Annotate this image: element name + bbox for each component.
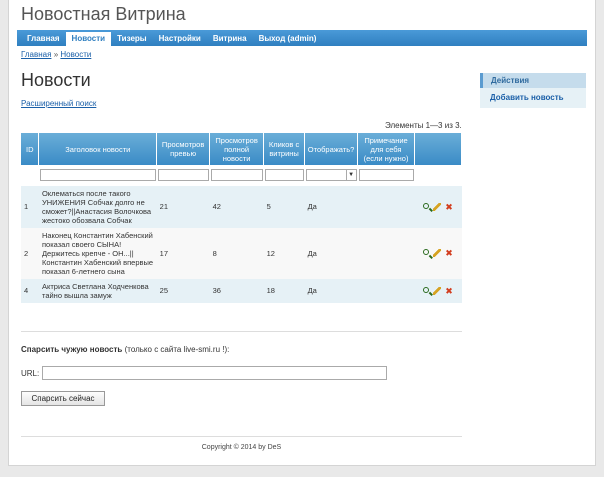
delete-icon[interactable]: ✖	[445, 249, 453, 258]
actions-sidebar: Действия Добавить новость	[480, 73, 586, 108]
cell-clicks: 18	[263, 278, 305, 303]
filter-row: ▼	[21, 165, 462, 186]
parse-heading: Спарсить чужую новость (только с сайта l…	[21, 345, 229, 354]
cell-id: 2	[21, 227, 39, 279]
view-icon[interactable]	[423, 249, 429, 255]
main-menu: Главная Новости Тизеры Настройки Витрина…	[17, 30, 587, 46]
edit-icon[interactable]	[433, 202, 441, 211]
cell-id: 4	[21, 278, 39, 303]
cell-clicks: 12	[263, 227, 305, 279]
cell-preview: 17	[156, 227, 210, 279]
add-news-link[interactable]: Добавить новость	[480, 88, 586, 107]
url-label: URL:	[21, 369, 40, 378]
table-row: 2 Наконец Константин Хабенский показал с…	[21, 227, 462, 279]
cell-note	[357, 185, 415, 228]
row-actions: ✖	[418, 202, 459, 211]
menu-item-showcase[interactable]: Витрина	[207, 30, 253, 46]
divider	[21, 331, 462, 332]
breadcrumb: Главная » Новости	[21, 50, 91, 59]
col-header-title[interactable]: Заголовок новости	[38, 133, 158, 165]
table-header-row: ID Заголовок новости Просмотров превью П…	[21, 133, 462, 165]
breadcrumb-separator: »	[53, 50, 59, 59]
cell-clicks: 5	[263, 185, 305, 228]
edit-icon[interactable]	[433, 286, 441, 295]
filter-note-input[interactable]	[358, 169, 414, 181]
filter-clicks-input[interactable]	[264, 169, 304, 181]
cell-preview: 25	[156, 278, 210, 303]
menu-item-logout[interactable]: Выход (admin)	[253, 30, 323, 46]
sidebar-title: Действия	[480, 73, 586, 88]
cell-id: 1	[21, 185, 39, 228]
col-header-note[interactable]: Примечание для себя (если нужно)	[357, 133, 415, 165]
url-input[interactable]	[42, 366, 387, 380]
breadcrumb-current-link[interactable]: Новости	[60, 50, 91, 59]
menu-item-news[interactable]: Новости	[65, 32, 112, 46]
delete-icon[interactable]: ✖	[445, 202, 453, 211]
filter-title-input[interactable]	[39, 169, 156, 181]
advanced-search-link[interactable]: Расширенный поиск	[21, 99, 96, 108]
parse-title: Спарсить чужую новость	[21, 345, 123, 354]
col-header-preview-views[interactable]: Просмотров превью	[156, 133, 211, 165]
filter-show-select[interactable]: ▼	[305, 169, 357, 182]
menu-item-home[interactable]: Главная	[21, 30, 66, 46]
col-header-clicks[interactable]: Кликов с витрины	[263, 133, 306, 165]
parse-now-button[interactable]: Спарсить сейчас	[21, 391, 105, 406]
cell-show: Да	[304, 227, 358, 279]
news-table: ID Заголовок новости Просмотров превью П…	[21, 133, 462, 303]
page-container: Новостная Витрина Главная Новости Тизеры…	[8, 0, 596, 466]
menu-item-teasers[interactable]: Тизеры	[111, 30, 153, 46]
delete-icon[interactable]: ✖	[445, 286, 453, 295]
view-icon[interactable]	[423, 286, 429, 293]
cell-title: Актриса Светлана Ходченкова тайно вышла …	[38, 278, 157, 303]
cell-full: 42	[209, 185, 264, 228]
col-header-id[interactable]: ID	[21, 133, 40, 165]
cell-show: Да	[304, 185, 358, 228]
items-summary: Элементы 1—3 из 3.	[385, 121, 462, 130]
col-header-full-views[interactable]: Просмотров полной новости	[209, 133, 265, 165]
breadcrumb-home-link[interactable]: Главная	[21, 50, 51, 59]
view-icon[interactable]	[423, 202, 429, 209]
footer-copyright: Copyright © 2014 by DeS	[201, 444, 282, 451]
filter-preview-input[interactable]	[157, 169, 209, 181]
cell-title: Наконец Константин Хабенский показал сво…	[38, 227, 157, 279]
footer-divider	[21, 436, 462, 437]
cell-full: 36	[209, 278, 264, 303]
col-header-actions	[414, 133, 462, 165]
cell-preview: 21	[156, 185, 210, 228]
filter-full-input[interactable]	[210, 169, 263, 181]
menu-item-settings[interactable]: Настройки	[153, 30, 207, 46]
cell-note	[357, 278, 415, 303]
table-row: 4 Актриса Светлана Ходченкова тайно вышл…	[21, 278, 462, 303]
cell-show: Да	[304, 278, 358, 303]
parse-hint: (только с сайта live-smi.ru !):	[124, 345, 230, 354]
row-actions: ✖	[418, 249, 459, 258]
col-header-show[interactable]: Отображать?	[304, 133, 359, 165]
site-title: Новостная Витрина	[21, 4, 186, 24]
cell-note	[357, 227, 415, 279]
chevron-down-icon: ▼	[345, 170, 356, 181]
row-actions: ✖	[418, 286, 459, 295]
cell-full: 8	[209, 227, 264, 279]
edit-icon[interactable]	[433, 249, 441, 257]
page-title: Новости	[21, 70, 91, 90]
cell-title: Оклематься после такого УНИЖЕНИЯ Собчак …	[38, 185, 157, 228]
table-row: 1 Оклематься после такого УНИЖЕНИЯ Собча…	[21, 185, 462, 228]
